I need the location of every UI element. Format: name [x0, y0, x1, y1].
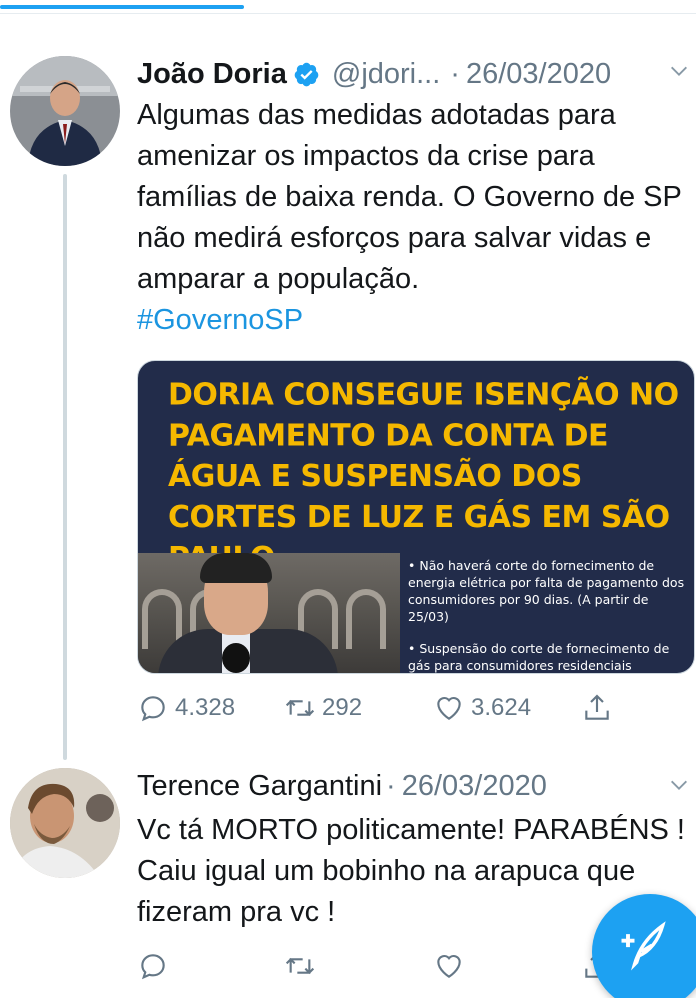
reply-button[interactable]: 4.328 — [137, 688, 235, 728]
tweet-main[interactable]: João Doria @jdori... · 26/03/2020 Alguma… — [0, 40, 696, 760]
reply-icon — [141, 696, 165, 722]
tweet-header: João Doria @jdori... · 26/03/2020 — [137, 54, 696, 94]
thread-line — [63, 174, 67, 760]
tweet-date[interactable]: 26/03/2020 — [466, 58, 611, 91]
media-bullet-2: • Suspensão do corte de fornecimento de … — [408, 641, 670, 673]
like-button[interactable]: 3.624 — [433, 688, 531, 728]
avatar[interactable] — [10, 768, 120, 878]
verified-badge-icon — [294, 62, 319, 86]
media-photo — [138, 553, 400, 673]
share-button[interactable] — [581, 688, 613, 728]
tweet-media-image[interactable]: DORIA CONSEGUE ISENÇÃO NO PAGAMENTO DA C… — [137, 360, 695, 674]
retweet-icon — [285, 699, 315, 717]
tweet-date[interactable]: 26/03/2020 — [402, 770, 547, 803]
author-handle[interactable]: @jdori... — [332, 58, 440, 91]
author-name[interactable]: João Doria — [137, 58, 287, 91]
media-headline: DORIA CONSEGUE ISENÇÃO NO PAGAMENTO DA C… — [168, 377, 679, 576]
reply-icon — [141, 954, 165, 980]
author-name[interactable]: Terence Gargantini — [137, 770, 382, 803]
retweet-button[interactable]: 292 — [284, 688, 362, 728]
compose-tweet-icon — [621, 921, 666, 971]
media-bullet-1: • Não haverá corte do fornecimento de en… — [408, 558, 685, 624]
separator-dot: · — [386, 769, 396, 802]
like-icon — [437, 954, 461, 978]
retweet-icon — [285, 957, 315, 975]
retweet-button[interactable] — [284, 946, 316, 986]
chevron-down-icon[interactable] — [668, 774, 690, 796]
tweet-actions: 4.328 292 3.624 — [137, 688, 696, 728]
retweet-count: 292 — [322, 694, 363, 721]
chevron-down-icon[interactable] — [668, 60, 690, 82]
tweet-reply[interactable]: Terence Gargantini · 26/03/2020 Vc tá MO… — [0, 752, 696, 998]
hashtag-link[interactable]: #GovernoSP — [137, 304, 303, 336]
separator-dot: · — [450, 57, 460, 90]
reply-button[interactable] — [137, 946, 169, 986]
like-button[interactable] — [433, 946, 465, 986]
share-icon — [585, 694, 609, 720]
avatar[interactable] — [10, 56, 120, 166]
tweet-body: Algumas das medidas adotadas para ameniz… — [137, 99, 682, 295]
active-tab-indicator — [0, 5, 244, 9]
reply-count: 4.328 — [175, 694, 236, 721]
like-count: 3.624 — [471, 694, 532, 721]
like-icon — [437, 696, 461, 720]
top-tab-bar — [0, 0, 696, 14]
media-bullets: • Não haverá corte do fornecimento de en… — [408, 557, 692, 673]
tweet-text: Algumas das medidas adotadas para ameniz… — [137, 95, 687, 341]
tweet-header: Terence Gargantini · 26/03/2020 — [137, 766, 696, 806]
